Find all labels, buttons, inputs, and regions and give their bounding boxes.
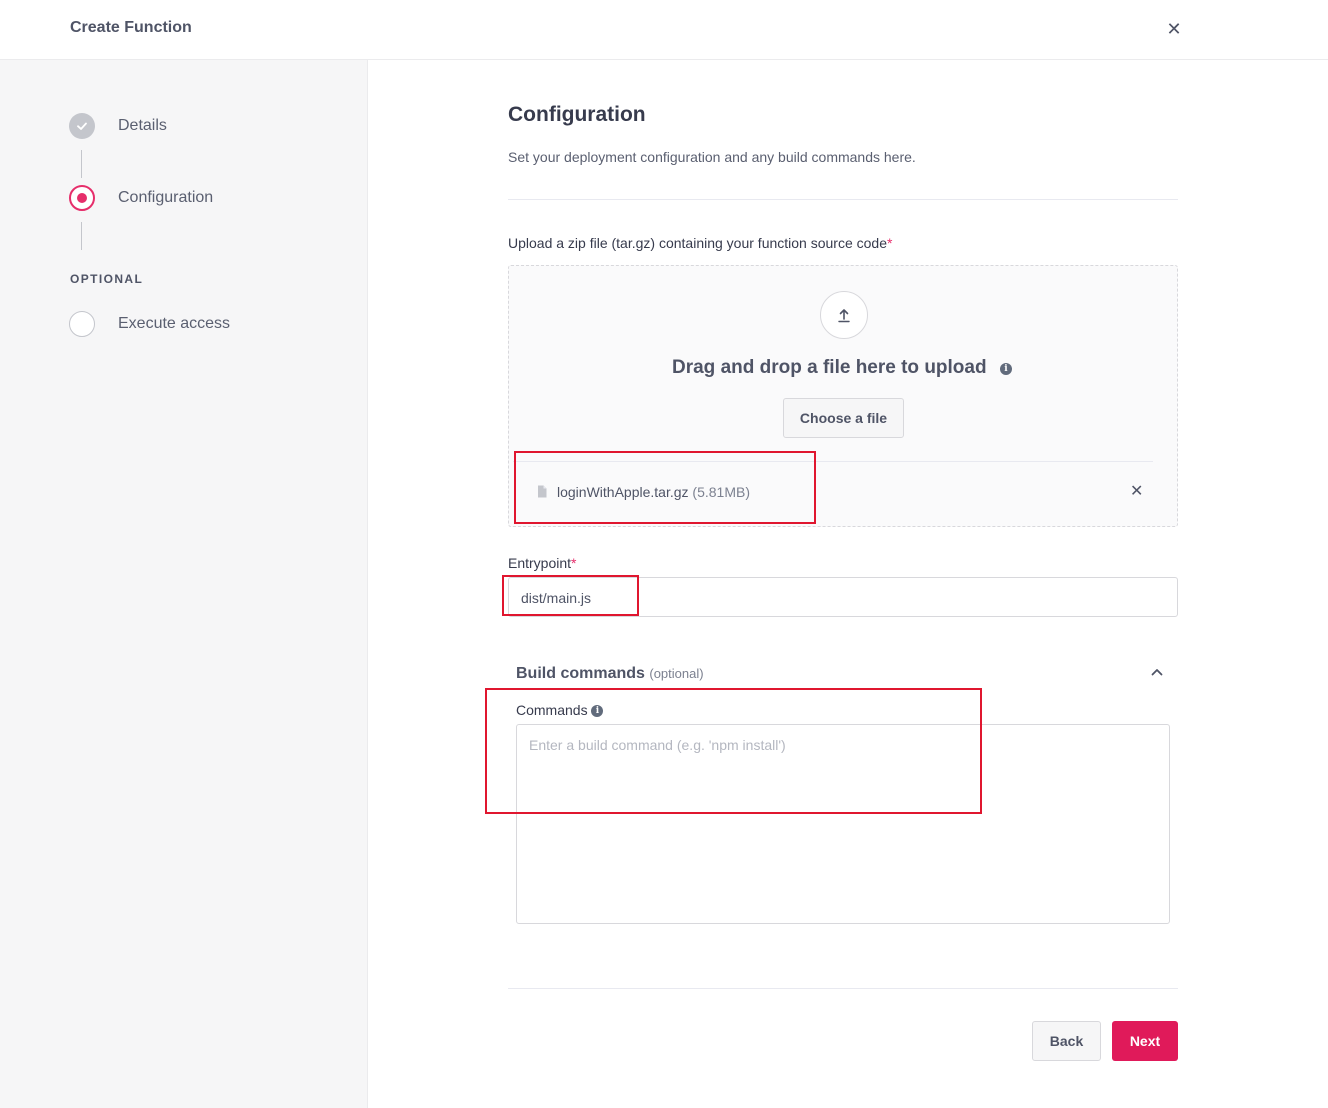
info-icon[interactable]: i xyxy=(591,705,604,718)
uploaded-file: loginWithApple.tar.gz (5.81MB) xyxy=(557,484,750,500)
step-connector xyxy=(81,222,82,250)
modal-title: Create Function xyxy=(70,19,192,36)
close-icon[interactable]: ✕ xyxy=(1163,18,1185,40)
step-current-icon xyxy=(69,185,95,211)
choose-file-button[interactable]: Choose a file xyxy=(783,398,904,438)
page-title: Configuration xyxy=(508,103,646,126)
file-dropzone[interactable]: Drag and drop a file here to upload i Ch… xyxy=(508,265,1178,527)
divider xyxy=(513,461,1153,462)
upload-label: Upload a zip file (tar.gz) containing yo… xyxy=(508,235,893,251)
entrypoint-input[interactable]: dist/main.js xyxy=(508,577,1178,617)
remove-file-icon[interactable]: ✕ xyxy=(1130,481,1143,501)
wizard-content: Configuration Set your deployment config… xyxy=(368,60,1328,1108)
step-pending-icon xyxy=(69,311,95,337)
divider xyxy=(508,199,1178,200)
chevron-up-icon[interactable] xyxy=(1151,663,1163,681)
dropzone-text: Drag and drop a file here to upload xyxy=(672,357,987,378)
commands-textarea[interactable] xyxy=(516,724,1170,924)
page-subtitle: Set your deployment configuration and an… xyxy=(508,149,916,165)
step-configuration-label[interactable]: Configuration xyxy=(118,189,213,207)
step-details-label[interactable]: Details xyxy=(118,117,167,135)
divider xyxy=(508,988,1178,989)
entrypoint-label: Entrypoint* xyxy=(508,555,577,571)
back-button[interactable]: Back xyxy=(1032,1021,1101,1061)
info-icon[interactable]: i xyxy=(1000,363,1012,375)
optional-section-label: OPTIONAL xyxy=(70,272,144,286)
commands-label: Commands i xyxy=(516,702,604,718)
modal-header: Create Function ✕ xyxy=(0,0,1328,60)
upload-icon xyxy=(820,291,868,339)
step-connector xyxy=(81,150,82,178)
wizard-sidebar: Details Configuration OPTIONAL Execute a… xyxy=(0,60,368,1108)
file-icon xyxy=(537,485,547,503)
step-complete-icon xyxy=(69,113,95,139)
step-execute-access-label[interactable]: Execute access xyxy=(118,315,230,333)
next-button[interactable]: Next xyxy=(1112,1021,1178,1061)
build-commands-heading[interactable]: Build commands (optional) xyxy=(516,665,704,683)
